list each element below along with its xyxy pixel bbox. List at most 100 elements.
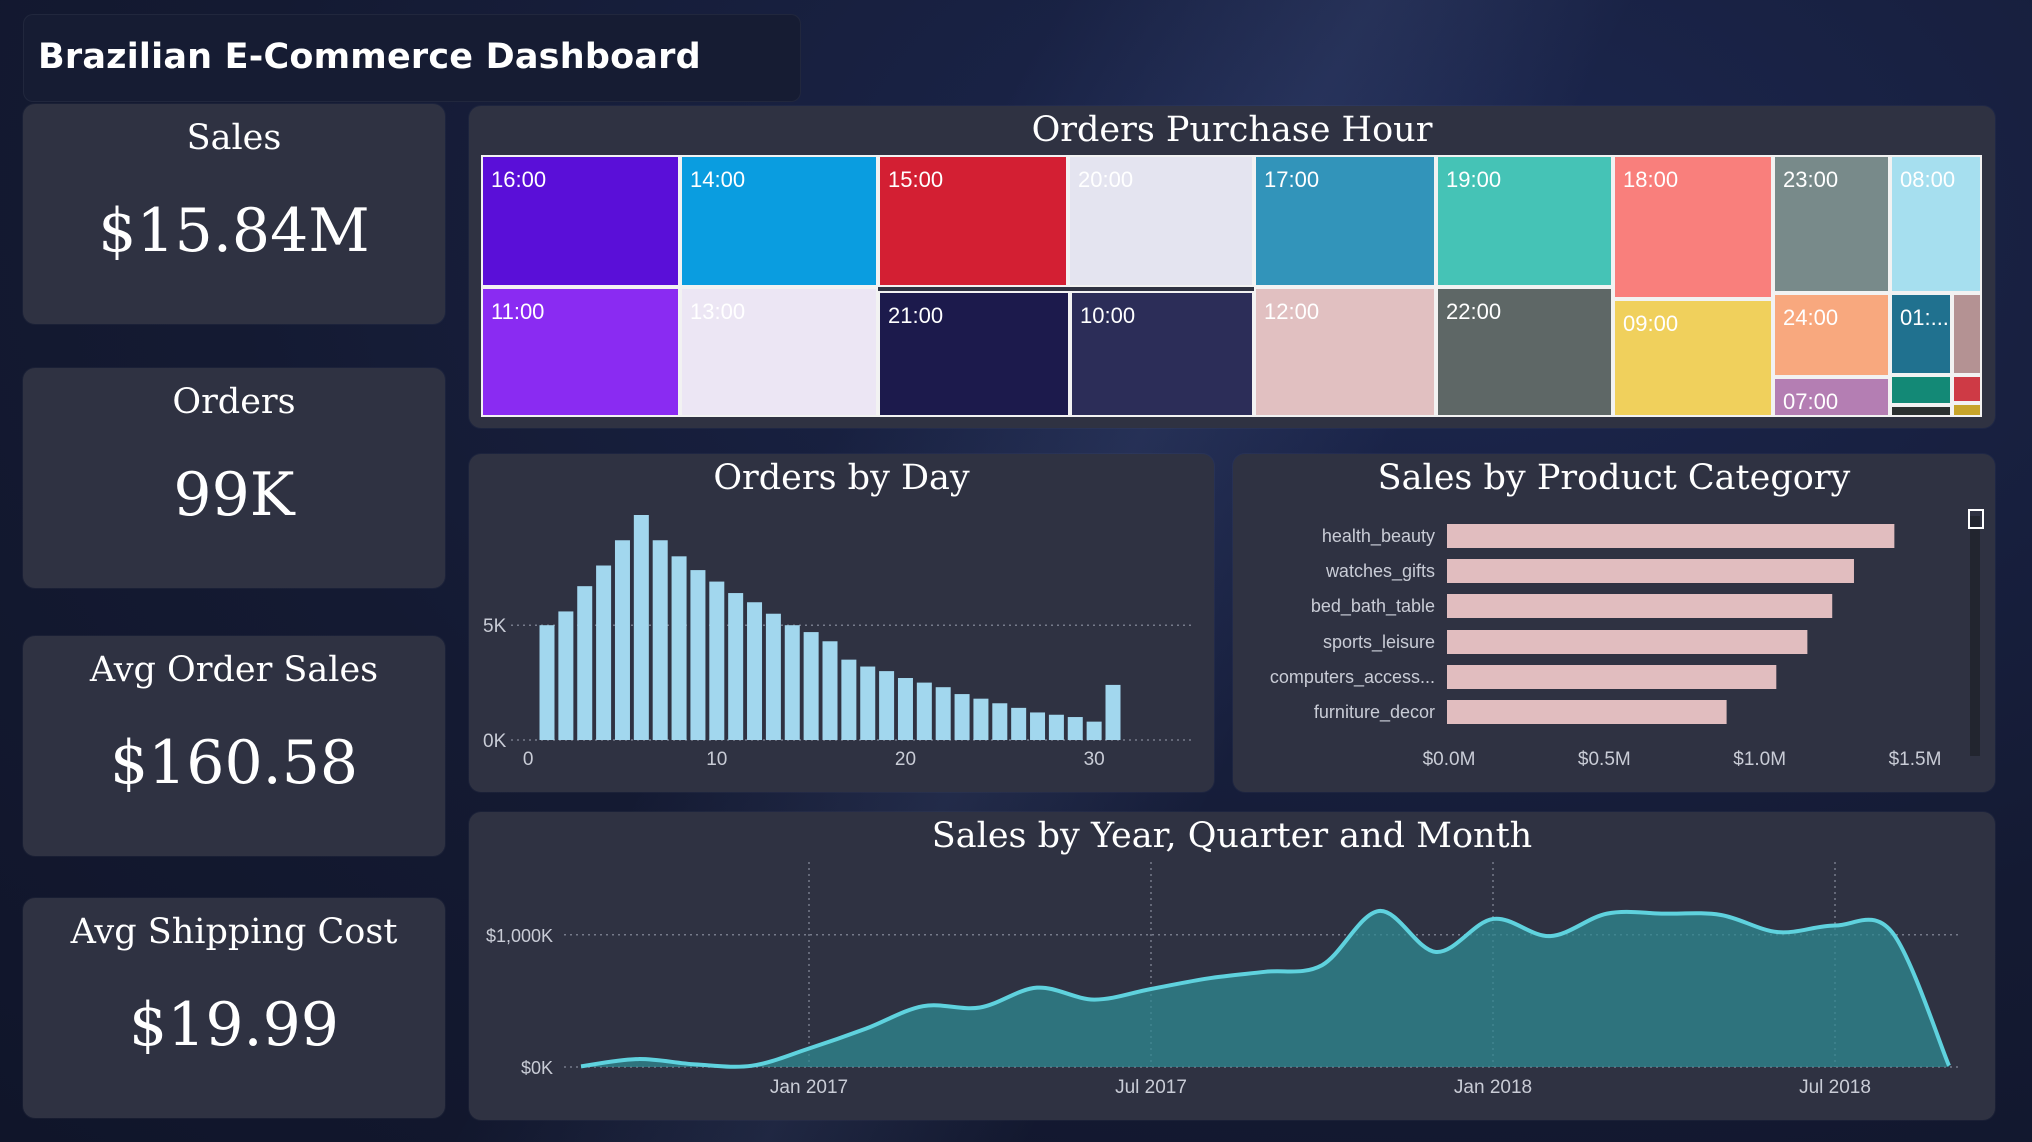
day-bar[interactable] xyxy=(539,625,555,740)
category-bar[interactable] xyxy=(1447,630,1808,654)
treemap-cell-label: 12:00 xyxy=(1264,299,1320,324)
treemap-cell[interactable] xyxy=(1952,375,1982,403)
day-bar[interactable] xyxy=(879,671,895,740)
treemap-cell-label: 24:00 xyxy=(1783,305,1839,330)
x-tick-label: $1.5M xyxy=(1889,749,1942,770)
day-bar[interactable] xyxy=(652,540,668,740)
kpi-label: Orders xyxy=(172,382,296,422)
treemap-cell-label: 08:00 xyxy=(1900,167,1956,192)
treemap[interactable]: 16:00 14:00 15:00 20:00 17:00 19:00 18:00 23:00… xyxy=(481,155,1982,417)
treemap-cell-label: 13:00 xyxy=(690,299,746,324)
day-bar[interactable] xyxy=(709,581,725,740)
treemap-cell[interactable]: 15:00 xyxy=(878,155,1068,287)
day-bar[interactable] xyxy=(633,515,649,740)
day-bar[interactable] xyxy=(916,682,932,740)
treemap-cell[interactable]: 13:00 xyxy=(680,287,878,417)
kpi-card-avg-order-sales[interactable]: Avg Order Sales $160.58 xyxy=(23,636,445,856)
treemap-cell[interactable]: 22:00 xyxy=(1436,287,1613,417)
scrollbar-thumb[interactable] xyxy=(1968,509,1984,529)
day-bar[interactable] xyxy=(784,625,800,740)
day-bar[interactable] xyxy=(558,611,574,740)
sales-by-category-chart[interactable]: health_beauty watches_gifts bed_bath_table… xyxy=(1233,454,1995,792)
day-bar[interactable] xyxy=(577,586,593,740)
day-bar[interactable] xyxy=(728,593,744,740)
treemap-cell[interactable]: 24:00 xyxy=(1773,293,1890,377)
day-bar[interactable] xyxy=(897,678,913,740)
treemap-cell[interactable]: 21:00 xyxy=(878,291,1070,417)
sales-by-time-chart[interactable]: $0K $1,000K Jan 2017 Jul 2017 Jan 2018 Jul 20… xyxy=(469,812,1995,1120)
x-tick-label: 10 xyxy=(706,749,727,770)
x-tick-label: $0.5M xyxy=(1578,749,1631,770)
day-bar[interactable] xyxy=(1030,712,1046,740)
day-bar[interactable] xyxy=(822,641,838,740)
sales-by-time-panel[interactable]: Sales by Year, Quarter and Month $0K $1,0… xyxy=(469,812,1995,1120)
treemap-panel[interactable]: Orders Purchase Hour 16:00 14:00 15:00 20:0… xyxy=(469,106,1995,428)
scrollbar-track[interactable] xyxy=(1970,516,1980,756)
x-tick-label: 30 xyxy=(1084,749,1105,770)
treemap-cell-label: 14:00 xyxy=(690,167,746,192)
x-tick-label: $1.0M xyxy=(1733,749,1786,770)
day-bar[interactable] xyxy=(596,565,612,740)
kpi-card-sales[interactable]: Sales $15.84M xyxy=(23,104,445,324)
day-bar[interactable] xyxy=(1067,717,1083,740)
day-bar[interactable] xyxy=(1011,707,1027,740)
category-label: watches_gifts xyxy=(1325,561,1435,582)
treemap-cell[interactable]: 18:00 xyxy=(1613,155,1773,299)
y-tick-label: $1,000K xyxy=(486,926,553,946)
y-tick-label: $0K xyxy=(521,1058,553,1078)
kpi-label: Avg Shipping Cost xyxy=(70,912,398,952)
day-bar[interactable] xyxy=(690,570,706,740)
category-bar[interactable] xyxy=(1447,700,1727,724)
treemap-cell[interactable]: 01:... xyxy=(1890,293,1952,375)
treemap-cell-label: 23:00 xyxy=(1783,167,1839,192)
treemap-cell[interactable]: 16:00 xyxy=(481,155,680,287)
day-bar[interactable] xyxy=(973,698,989,740)
treemap-cell[interactable] xyxy=(1890,375,1952,405)
category-bar[interactable] xyxy=(1447,559,1854,583)
treemap-cell[interactable]: 20:00 xyxy=(1068,155,1254,287)
orders-by-day-panel[interactable]: Orders by Day 0K 5K 0 10 20 30 xyxy=(469,454,1214,792)
day-bar[interactable] xyxy=(671,556,687,740)
day-bar[interactable] xyxy=(614,540,630,740)
treemap-cell[interactable]: 11:00 xyxy=(481,287,680,417)
category-bar[interactable] xyxy=(1447,524,1895,548)
treemap-cell[interactable]: 07:00 xyxy=(1773,377,1890,417)
kpi-card-avg-shipping-cost[interactable]: Avg Shipping Cost $19.99 xyxy=(23,898,445,1118)
treemap-cell[interactable]: 10:00 xyxy=(1070,291,1254,417)
day-bar[interactable] xyxy=(747,602,763,740)
treemap-cell-label: 22:00 xyxy=(1446,299,1502,324)
day-bar[interactable] xyxy=(1048,714,1064,740)
day-bar[interactable] xyxy=(1105,684,1121,740)
treemap-cell[interactable]: 19:00 xyxy=(1436,155,1613,287)
day-bar[interactable] xyxy=(992,703,1008,740)
day-bar[interactable] xyxy=(1086,721,1102,740)
treemap-cell[interactable]: 08:00 xyxy=(1890,155,1982,293)
treemap-cell[interactable] xyxy=(1952,293,1982,375)
treemap-cell[interactable]: 14:00 xyxy=(680,155,878,287)
category-label: sports_leisure xyxy=(1323,632,1435,653)
treemap-cell[interactable] xyxy=(1890,405,1952,417)
treemap-cell[interactable] xyxy=(1952,403,1982,417)
day-bar[interactable] xyxy=(860,666,876,740)
treemap-cell[interactable]: 12:00 xyxy=(1254,287,1436,417)
kpi-value: 99K xyxy=(173,460,295,530)
x-tick-label: Jul 2018 xyxy=(1799,1077,1871,1098)
orders-by-day-chart[interactable]: 0K 5K 0 10 20 30 xyxy=(469,454,1214,792)
category-bar[interactable] xyxy=(1447,665,1777,689)
day-bar[interactable] xyxy=(765,613,781,740)
day-bar[interactable] xyxy=(935,687,951,740)
dashboard-title: Brazilian E-Commerce Dashboard xyxy=(38,37,701,77)
treemap-cell[interactable]: 23:00 xyxy=(1773,155,1890,293)
x-tick-label: Jul 2017 xyxy=(1115,1077,1187,1098)
sales-by-category-panel[interactable]: Sales by Product Category health_beauty w… xyxy=(1233,454,1995,792)
day-bar[interactable] xyxy=(803,632,819,740)
x-tick-label: $0.0M xyxy=(1423,749,1476,770)
category-label: bed_bath_table xyxy=(1311,596,1435,617)
day-bar[interactable] xyxy=(841,659,857,740)
treemap-cell-label: 11:00 xyxy=(491,299,545,324)
kpi-card-orders[interactable]: Orders 99K xyxy=(23,368,445,588)
category-bar[interactable] xyxy=(1447,594,1833,618)
treemap-cell[interactable]: 17:00 xyxy=(1254,155,1436,287)
treemap-cell[interactable]: 09:00 xyxy=(1613,299,1773,417)
day-bar[interactable] xyxy=(954,694,970,740)
